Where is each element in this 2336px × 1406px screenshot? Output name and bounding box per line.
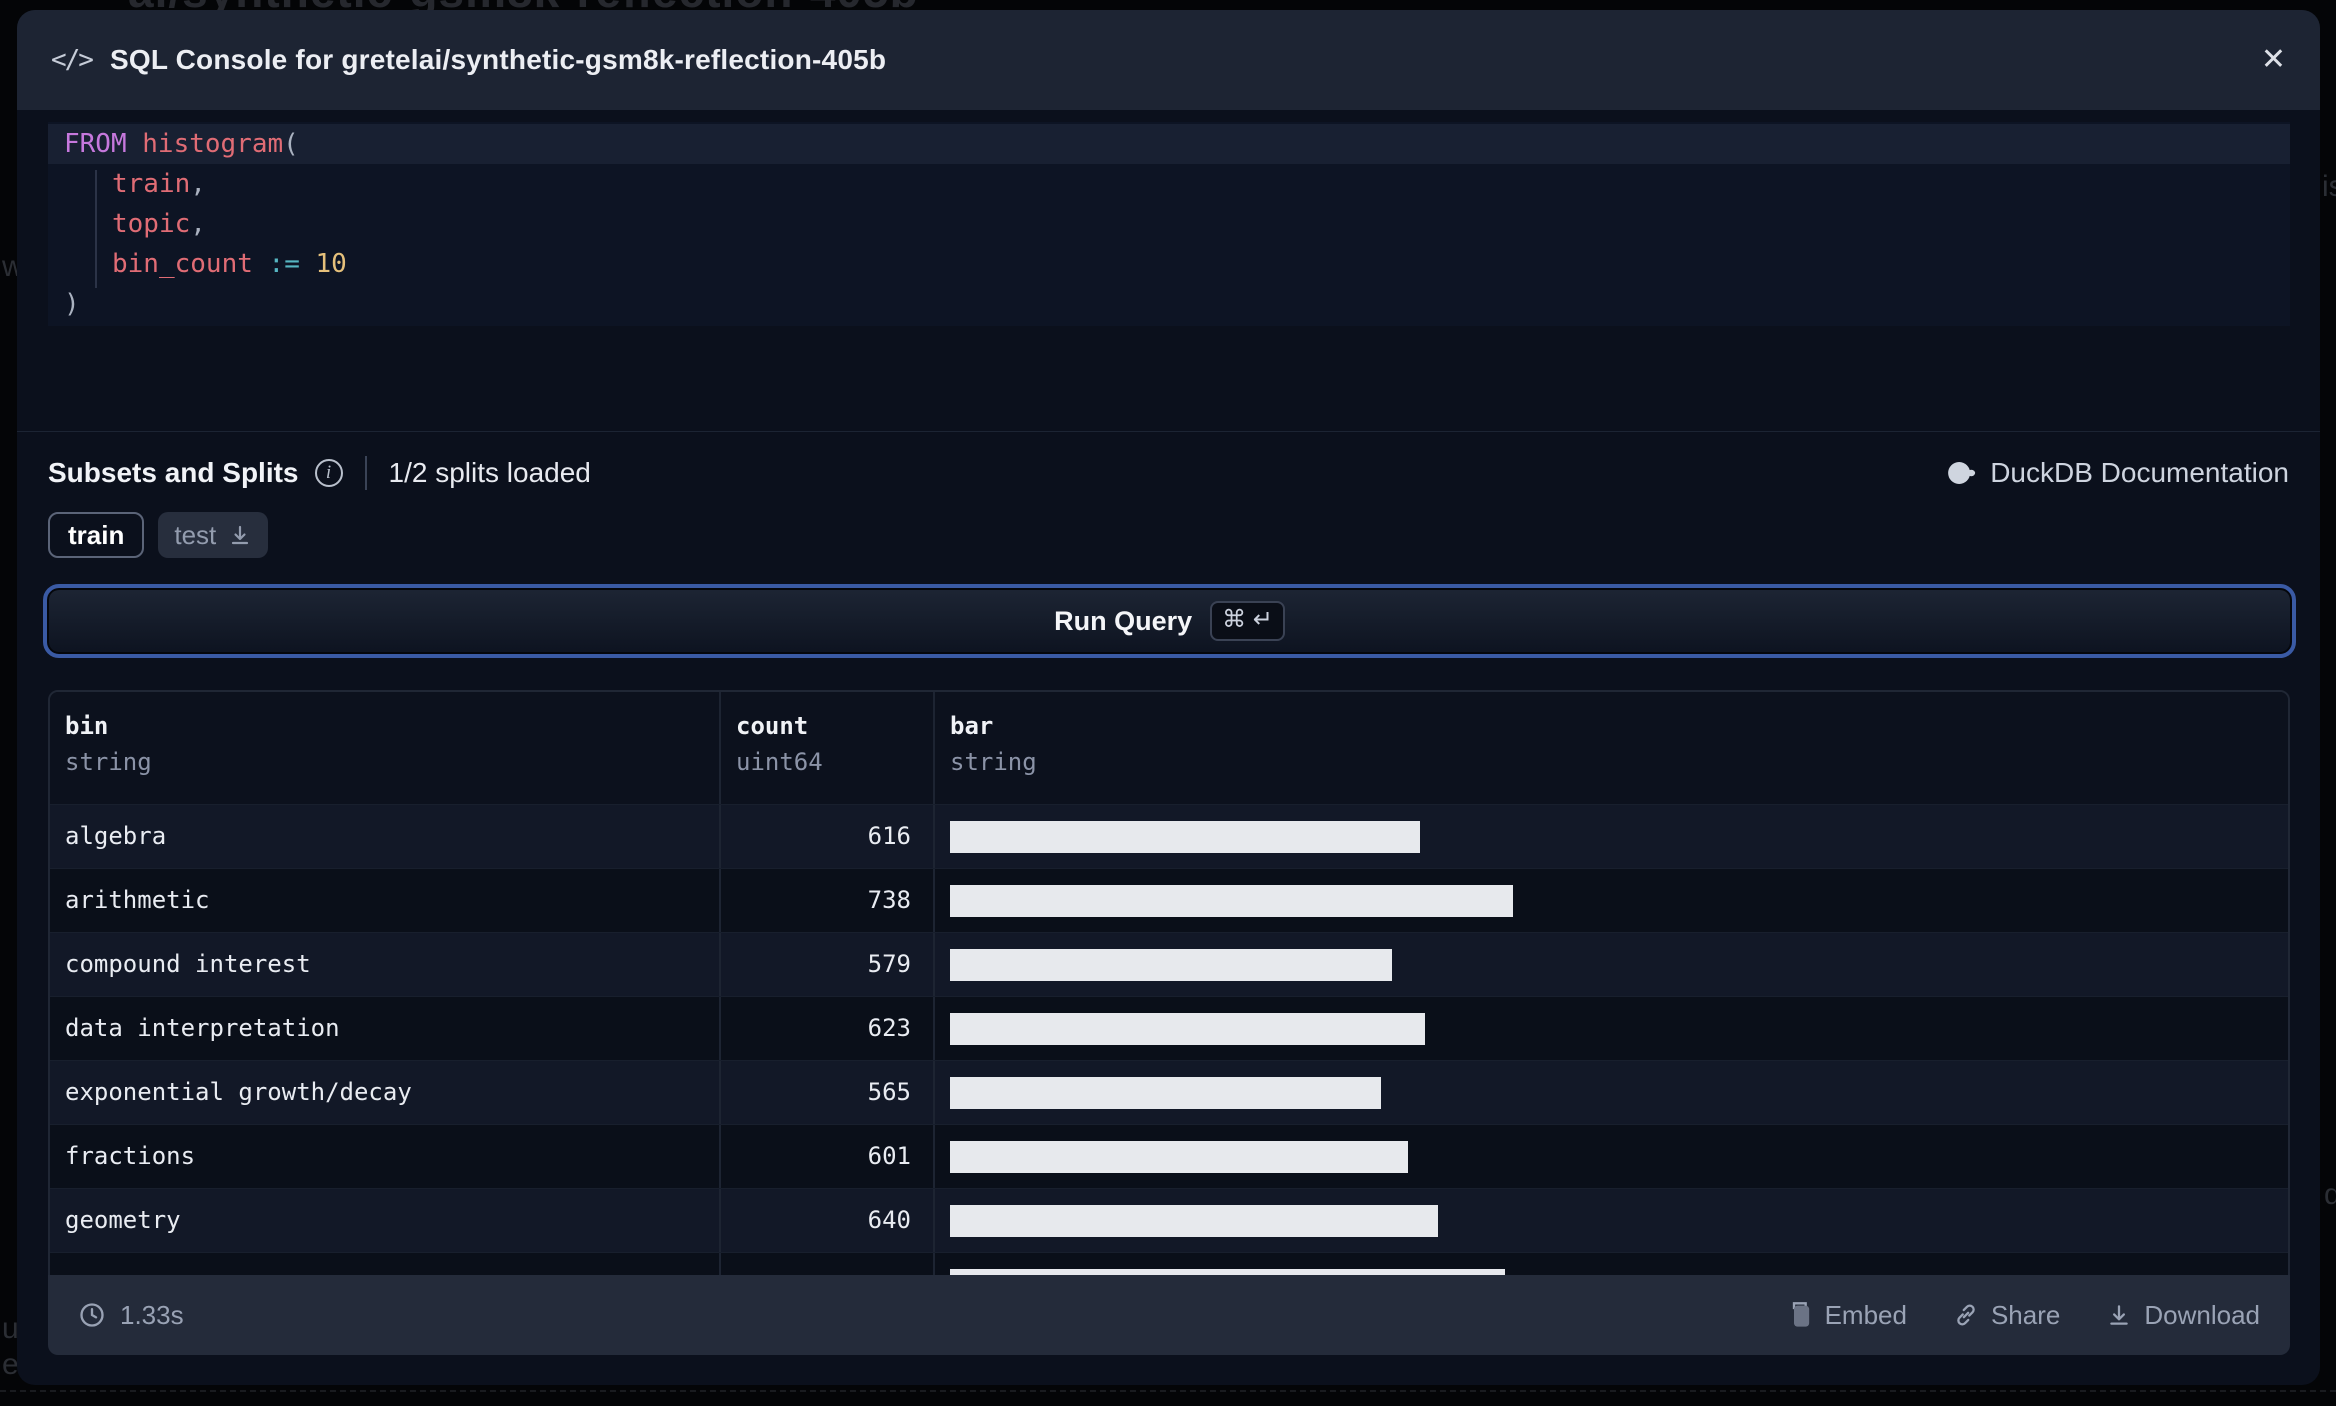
table-row: exponential growth/decay 565 — [50, 1060, 2288, 1124]
count-cell: 616 — [719, 805, 933, 868]
sql-console-modal: </> SQL Console for gretelai/synthetic-g… — [17, 10, 2320, 1385]
code-line: FROM histogram( — [48, 124, 2290, 164]
bin-cell: data interpretation — [65, 1014, 340, 1042]
code-line: topic, — [112, 209, 206, 239]
count-cell: 738 — [719, 869, 933, 932]
bin-cell: exponential growth/decay — [65, 1078, 412, 1106]
duckdb-logo-icon — [1948, 462, 1976, 484]
splits-loaded-status: 1/2 splits loaded — [388, 457, 591, 488]
page-backdrop: ai/synthetic-gsm8k-reflection-405b w is … — [0, 0, 2336, 1406]
histogram-bar — [950, 1141, 1408, 1173]
embed-icon — [1792, 1302, 1809, 1327]
run-query-button[interactable]: Run Query ⌘ ↵ — [43, 584, 2296, 658]
divider — [364, 456, 367, 490]
info-icon[interactable]: i — [314, 459, 343, 487]
bar-cell — [933, 1125, 2288, 1188]
query-duration: 1.33s — [120, 1299, 184, 1330]
column-header-bar[interactable]: bar string — [933, 692, 2288, 804]
share-link-icon — [1957, 1304, 1975, 1326]
histogram-bar — [950, 1205, 1438, 1237]
bar-cell — [933, 1061, 2288, 1124]
table-row: fractions 601 — [50, 1124, 2288, 1188]
clock-icon — [80, 1303, 104, 1327]
bin-cell: algebra — [65, 822, 167, 850]
histogram-bar — [950, 949, 1392, 981]
table-header-row: bin string count uint64 bar string — [50, 692, 2288, 804]
bin-cell: arithmetic — [65, 886, 210, 914]
table-row: algebra 616 — [50, 804, 2288, 868]
background-fragment: d — [2324, 1178, 2336, 1211]
table-row: data interpretation 623 — [50, 996, 2288, 1060]
modal-title: SQL Console for gretelai/synthetic-gsm8k… — [109, 44, 887, 75]
column-header-bin[interactable]: bin string — [50, 692, 719, 804]
count-cell: 640 — [719, 1189, 933, 1252]
code-line: ) — [64, 289, 80, 319]
download-icon — [2110, 1305, 2129, 1325]
bar-cell — [933, 805, 2288, 868]
histogram-bar — [950, 1077, 1381, 1109]
section-divider — [17, 431, 2320, 432]
bin-cell: geometry — [65, 1206, 181, 1234]
background-divider — [0, 1390, 2336, 1392]
share-button[interactable]: Share — [1953, 1300, 2060, 1331]
code-icon: </> — [51, 45, 94, 75]
close-icon[interactable]: ✕ — [2261, 45, 2286, 75]
bar-cell — [933, 1189, 2288, 1252]
bin-cell: fractions — [65, 1142, 196, 1170]
bin-cell: compound interest — [65, 950, 311, 978]
histogram-bar — [950, 885, 1513, 917]
download-button[interactable]: Download — [2106, 1300, 2260, 1331]
count-cell: 623 — [719, 997, 933, 1060]
code-line: train, — [112, 169, 206, 199]
results-footer: 1.33s Embed Share Download — [48, 1275, 2290, 1355]
table-row: compound interest 579 — [50, 932, 2288, 996]
sql-editor[interactable]: FROM histogram( train, topic, bin_count … — [48, 122, 2290, 326]
table-row: arithmetic 738 — [50, 868, 2288, 932]
count-cell: 565 — [719, 1061, 933, 1124]
code-line: bin_count := 10 — [112, 249, 347, 279]
embed-button[interactable]: Embed — [1789, 1300, 1907, 1331]
subsets-heading: Subsets and Splits — [48, 457, 299, 488]
keyboard-shortcut-badge: ⌘ ↵ — [1210, 600, 1285, 642]
results-table[interactable]: bin string count uint64 bar string algeb… — [48, 690, 2290, 1330]
bar-cell — [933, 997, 2288, 1060]
download-icon — [232, 525, 249, 545]
modal-titlebar: </> SQL Console for gretelai/synthetic-g… — [17, 10, 2320, 110]
histogram-bar — [950, 1013, 1425, 1045]
table-row: geometry 640 — [50, 1188, 2288, 1252]
duckdb-documentation-link[interactable]: DuckDB Documentation — [1946, 457, 2289, 489]
split-chip-train[interactable]: train — [48, 512, 145, 558]
split-chip-test[interactable]: test — [158, 512, 269, 558]
background-fragment: is — [2322, 170, 2336, 203]
count-cell: 579 — [719, 933, 933, 996]
column-header-count[interactable]: count uint64 — [719, 692, 933, 804]
count-cell: 601 — [719, 1125, 933, 1188]
histogram-bar — [950, 821, 1420, 853]
bar-cell — [933, 933, 2288, 996]
bar-cell — [933, 869, 2288, 932]
indent-guide — [95, 170, 97, 288]
